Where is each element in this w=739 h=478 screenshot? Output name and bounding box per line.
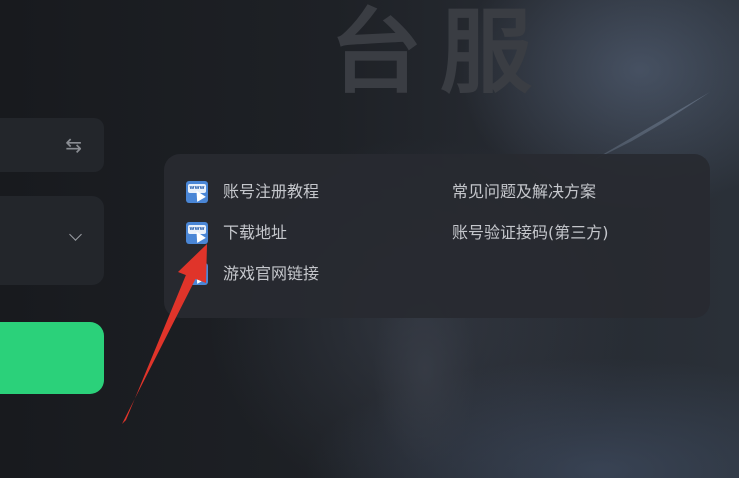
background-title: 台服 — [330, 0, 551, 106]
www-link-icon: www — [186, 263, 208, 285]
start-button[interactable] — [0, 322, 104, 394]
links-panel: www 账号注册教程 www 下载地址 www 游戏官网链接 常见问题及解决方案… — [164, 154, 710, 318]
www-link-icon: www — [186, 181, 208, 203]
link-download-address[interactable]: www 下载地址 — [186, 221, 287, 245]
link-label[interactable]: 常见问题及解决方案 — [452, 180, 596, 204]
link-label[interactable]: 账号注册教程 — [223, 180, 319, 204]
link-account-verification-code[interactable]: 账号验证接码(第三方) — [452, 221, 609, 245]
swap-arrows-icon[interactable]: ⇆ — [65, 133, 82, 157]
www-link-icon: www — [186, 222, 208, 244]
link-label[interactable]: 下载地址 — [223, 221, 287, 245]
chevron-down-icon[interactable] — [69, 228, 82, 241]
link-label[interactable]: 账号验证接码(第三方) — [452, 221, 609, 245]
link-label[interactable]: 游戏官网链接 — [223, 262, 319, 286]
link-official-website[interactable]: www 游戏官网链接 — [186, 262, 319, 286]
server-switch-box[interactable]: ⇆ — [0, 118, 104, 172]
region-select[interactable] — [0, 196, 104, 285]
link-faq-solutions[interactable]: 常见问题及解决方案 — [452, 180, 596, 204]
link-account-register-tutorial[interactable]: www 账号注册教程 — [186, 180, 319, 204]
